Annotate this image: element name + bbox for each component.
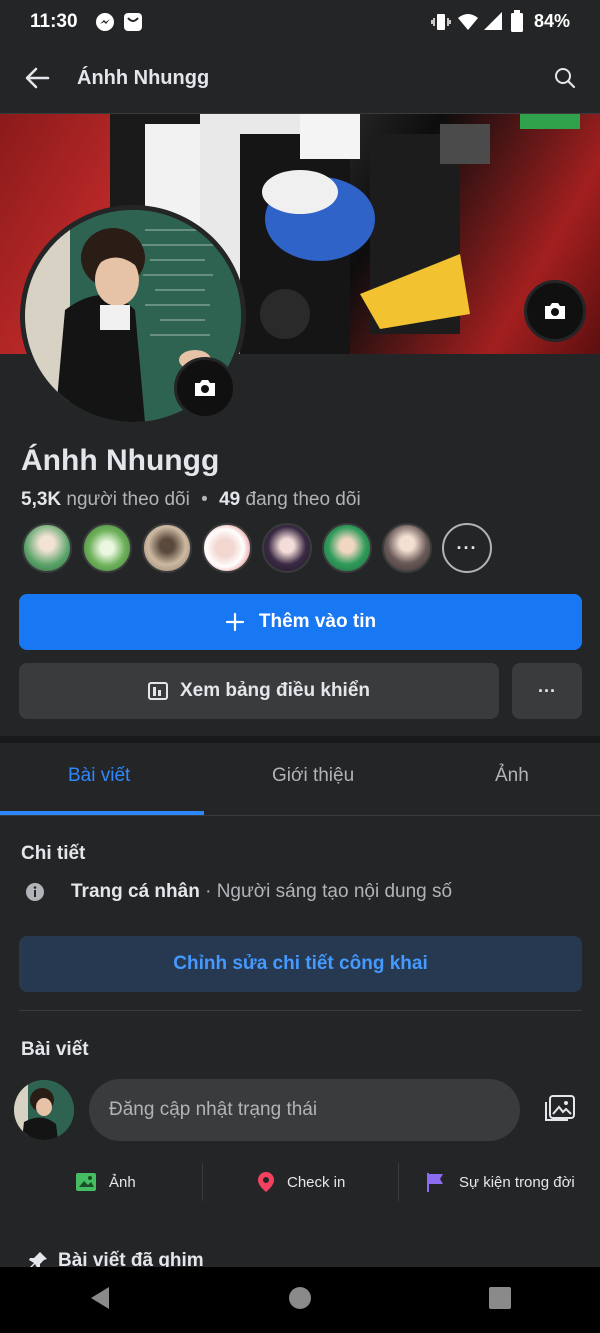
status-bar: 11:30 84% — [0, 0, 600, 44]
tab-about[interactable]: Giới thiệu — [272, 765, 354, 787]
tabs-divider — [0, 815, 600, 816]
dashboard-icon — [147, 682, 168, 700]
view-dashboard-button[interactable]: Xem bảng điều khiển — [19, 663, 499, 719]
composer-avatar[interactable] — [14, 1080, 74, 1140]
details-heading: Chi tiết — [21, 843, 86, 864]
followers-count: 5,3K — [21, 489, 62, 510]
tab-posts[interactable]: Bài viết — [68, 765, 130, 787]
follower-avatar[interactable] — [382, 523, 432, 573]
section-divider — [0, 736, 600, 743]
life-event-action[interactable]: Sự kiện trong đời — [425, 1162, 575, 1202]
add-to-story-label: Thêm vào tin — [258, 611, 377, 632]
profile-type-detail: Trang cá nhân · Người sáng tạo nội dung … — [71, 881, 452, 903]
profile-type-rest: · Người sáng tạo nội dung số — [199, 881, 453, 902]
status-update-input[interactable]: Đăng cập nhật trạng thái — [89, 1079, 520, 1141]
add-to-story-button[interactable]: Thêm vào tin — [19, 594, 582, 650]
messenger-icon — [95, 12, 115, 37]
status-time: 11:30 — [30, 11, 78, 32]
followers-label: người theo dõi — [66, 489, 190, 510]
info-icon — [25, 882, 45, 907]
avatar-camera-button[interactable] — [174, 357, 236, 419]
location-pin-icon — [258, 1172, 274, 1192]
divider — [19, 1010, 582, 1011]
photo-action[interactable]: Ảnh — [75, 1162, 136, 1202]
follower-avatar[interactable] — [82, 523, 132, 573]
photo-action-label: Ảnh — [109, 1173, 136, 1191]
home-nav-icon[interactable] — [287, 1285, 313, 1316]
profile-name: Ánhh Nhungg — [21, 444, 220, 477]
back-nav-icon[interactable] — [87, 1285, 113, 1316]
view-dashboard-label: Xem bảng điều khiển — [179, 680, 371, 701]
dot-separator: • — [201, 489, 208, 510]
system-nav-bar — [0, 1267, 600, 1333]
back-arrow-icon[interactable] — [24, 66, 50, 95]
photo-icon — [76, 1173, 96, 1191]
camera-icon — [195, 380, 215, 396]
profile-more-button[interactable]: ··· — [512, 663, 582, 719]
edit-public-details-button[interactable]: Chỉnh sửa chi tiết công khai — [19, 936, 582, 992]
follow-stats[interactable]: 5,3K người theo dõi • 49 đang theo dõi — [21, 489, 361, 511]
battery-icon — [510, 10, 524, 37]
tab-photos[interactable]: Ảnh — [495, 765, 529, 787]
life-event-label: Sự kiện trong đời — [459, 1173, 575, 1191]
signal-icon — [484, 12, 502, 35]
battery-percent: 84% — [533, 11, 570, 31]
following-label: đang theo dõi — [245, 489, 361, 510]
page-title: Ánhh Nhungg — [77, 67, 210, 89]
plus-icon — [225, 612, 245, 632]
follower-avatar[interactable] — [322, 523, 372, 573]
top-app-bar: Ánhh Nhungg — [0, 44, 600, 114]
camera-icon — [545, 303, 565, 319]
cover-camera-button[interactable] — [524, 280, 586, 342]
follower-avatar[interactable] — [22, 523, 72, 573]
following-count: 49 — [219, 489, 241, 510]
search-icon[interactable] — [554, 67, 576, 94]
follower-avatar[interactable] — [202, 523, 252, 573]
recents-nav-icon[interactable] — [487, 1285, 513, 1316]
action-separator — [398, 1163, 399, 1201]
followers-avatar-row: ··· — [22, 523, 492, 573]
follower-avatar[interactable] — [142, 523, 192, 573]
mail-icon — [123, 11, 143, 37]
flag-icon — [427, 1173, 443, 1192]
vibrate-icon — [431, 12, 451, 37]
action-separator — [202, 1163, 203, 1201]
profile-type-bold: Trang cá nhân — [71, 881, 200, 902]
check-in-label: Check in — [287, 1173, 346, 1191]
follower-avatar[interactable] — [262, 523, 312, 573]
posts-heading: Bài viết — [21, 1039, 89, 1060]
check-in-action[interactable]: Check in — [257, 1162, 345, 1202]
more-followers-button[interactable]: ··· — [442, 523, 492, 573]
photo-gallery-icon[interactable] — [544, 1094, 576, 1129]
wifi-icon — [457, 12, 479, 37]
